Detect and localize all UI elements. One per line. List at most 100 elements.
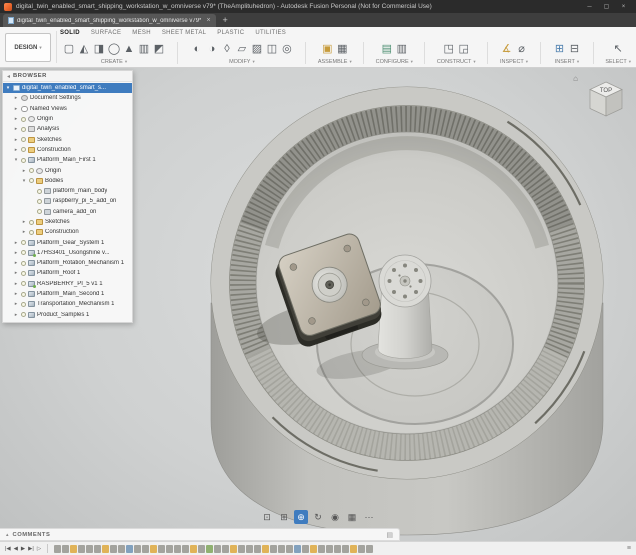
caret-icon[interactable]: ▸: [13, 240, 19, 246]
timeline-feature-icon[interactable]: [134, 545, 141, 553]
ribbon-tab-mesh[interactable]: MESH: [132, 30, 151, 36]
workspace-selector[interactable]: DESIGN ▾: [5, 33, 51, 62]
construction-axis-icon[interactable]: ◲: [457, 42, 471, 58]
browser-item[interactable]: ▸Sketches: [3, 134, 132, 144]
browser-item[interactable]: ▾Platform_Main_First 1: [3, 155, 132, 165]
configure-table-icon[interactable]: ▤: [380, 42, 394, 58]
ribbon-group-label[interactable]: INSPECT▾: [500, 59, 528, 66]
insert-canvas-icon[interactable]: ⊟: [567, 42, 581, 58]
play-icon[interactable]: ▷: [37, 546, 41, 552]
timeline-feature-icon[interactable]: [126, 545, 133, 553]
timeline-feature-icon[interactable]: [78, 545, 85, 553]
browser-item[interactable]: ▾digital_twin_enabled_smart_s...: [3, 83, 132, 93]
caret-icon[interactable]: ▸: [13, 147, 19, 153]
visibility-bulb-icon[interactable]: [29, 220, 34, 225]
visibility-bulb-icon[interactable]: [21, 271, 26, 276]
visibility-bulb-icon[interactable]: [29, 230, 34, 235]
timeline-feature-icon[interactable]: [326, 545, 333, 553]
timeline-feature-icon[interactable]: [310, 545, 317, 553]
timeline-feature-icon[interactable]: [222, 545, 229, 553]
visibility-bulb-icon[interactable]: [21, 117, 26, 122]
ribbon-group-label[interactable]: INSERT▾: [555, 59, 579, 66]
timeline-feature-icon[interactable]: [150, 545, 157, 553]
timeline-feature-icon[interactable]: [278, 545, 285, 553]
orbit-icon[interactable]: ↻: [311, 510, 325, 524]
browser-item[interactable]: ▸Platform_Main_Second 1: [3, 289, 132, 299]
create-sketch-icon[interactable]: ◭: [77, 42, 91, 58]
view-cube[interactable]: TOP: [582, 76, 630, 124]
visibility-bulb-icon[interactable]: [29, 168, 34, 173]
caret-icon[interactable]: ▾: [5, 85, 11, 91]
timeline-feature-icon[interactable]: [174, 545, 181, 553]
fit-view-icon[interactable]: ⊡: [260, 510, 274, 524]
visibility-bulb-icon[interactable]: [37, 189, 42, 194]
maximize-button[interactable]: ▢: [598, 0, 615, 13]
visibility-bulb-icon[interactable]: [21, 312, 26, 317]
look-at-icon[interactable]: ◉: [328, 510, 342, 524]
timeline-feature-icon[interactable]: [158, 545, 165, 553]
ribbon-tab-plastic[interactable]: PLASTIC: [217, 30, 244, 36]
caret-icon[interactable]: ▸: [13, 260, 19, 266]
ribbon-group-label[interactable]: MODIFY▾: [229, 59, 255, 66]
timeline-feature-icon[interactable]: [102, 545, 109, 553]
timeline-feature-icon[interactable]: [62, 545, 69, 553]
timeline-feature-icon[interactable]: [302, 545, 309, 553]
loft-icon[interactable]: ▲: [122, 42, 136, 58]
timeline-feature-icon[interactable]: [358, 545, 365, 553]
timeline-feature-icon[interactable]: [350, 545, 357, 553]
visibility-bulb-icon[interactable]: [37, 199, 42, 204]
timeline-feature-icon[interactable]: [262, 545, 269, 553]
step-forward-icon[interactable]: ▶: [21, 546, 25, 552]
visibility-bulb-icon[interactable]: [29, 178, 34, 183]
visibility-bulb-icon[interactable]: [21, 127, 26, 132]
timeline-feature-icon[interactable]: [342, 545, 349, 553]
select-arrow-icon[interactable]: ↖: [611, 42, 625, 58]
browser-item[interactable]: camera_add_on: [3, 207, 132, 217]
viewcube-top-label[interactable]: TOP: [600, 88, 612, 94]
caret-icon[interactable]: ▸: [21, 168, 27, 174]
comments-panel-icon[interactable]: ▤: [386, 531, 393, 539]
visibility-bulb-icon[interactable]: [21, 281, 26, 286]
grid-settings-icon[interactable]: ⋯: [362, 510, 376, 524]
browser-item[interactable]: ▸Analysis: [3, 124, 132, 134]
offset-face-icon[interactable]: ◎: [280, 42, 294, 58]
ribbon-group-label[interactable]: CREATE▾: [101, 59, 127, 66]
visibility-bulb-icon[interactable]: [21, 292, 26, 297]
close-button[interactable]: ×: [615, 0, 632, 13]
comments-bar[interactable]: ▴ COMMENTS ▤: [0, 528, 400, 541]
collapse-panel-icon[interactable]: ◂: [7, 73, 10, 80]
visibility-bulb-icon[interactable]: [21, 240, 26, 245]
display-settings-icon[interactable]: ▦: [345, 510, 359, 524]
caret-icon[interactable]: ▸: [13, 106, 19, 112]
extrude-icon[interactable]: ◨: [92, 42, 106, 58]
measure-icon[interactable]: ∡: [500, 42, 514, 58]
ribbon-tab-solid[interactable]: SOLID: [60, 30, 80, 36]
timeline-feature-icon[interactable]: [318, 545, 325, 553]
caret-icon[interactable]: ▾: [21, 178, 27, 184]
minimize-button[interactable]: ─: [581, 0, 598, 13]
zoom-icon[interactable]: ⊕: [294, 510, 308, 524]
caret-icon[interactable]: ▸: [13, 137, 19, 143]
revolve-icon[interactable]: ◯: [107, 42, 121, 58]
ribbon-group-label[interactable]: SELECT▾: [605, 59, 631, 66]
rigid-group-icon[interactable]: ▦: [335, 42, 349, 58]
timeline-feature-icon[interactable]: [214, 545, 221, 553]
ribbon-tab-surface[interactable]: SURFACE: [91, 30, 121, 36]
timeline-feature-icon[interactable]: [118, 545, 125, 553]
browser-item[interactable]: platform_main_body: [3, 186, 132, 196]
caret-icon[interactable]: ▸: [13, 291, 19, 297]
browser-item[interactable]: ▸Construction: [3, 227, 132, 237]
visibility-bulb-icon[interactable]: [21, 137, 26, 142]
close-tab-icon[interactable]: ×: [204, 17, 210, 24]
construction-plane-icon[interactable]: ◳: [442, 42, 456, 58]
browser-item[interactable]: ▸Origin: [3, 114, 132, 124]
browser-item[interactable]: ▸Named Views: [3, 104, 132, 114]
timeline-options-icon[interactable]: ≡: [627, 545, 631, 552]
timeline-feature-icon[interactable]: [294, 545, 301, 553]
joint-icon[interactable]: ▣: [320, 42, 334, 58]
browser-item[interactable]: ▸Document Settings: [3, 93, 132, 103]
timeline-feature-icon[interactable]: [270, 545, 277, 553]
browser-item[interactable]: ▸RASPBERRY_PI_5 v1 1: [3, 279, 132, 289]
draft-icon[interactable]: ▨: [250, 42, 264, 58]
browser-item[interactable]: ▸Sketches: [3, 217, 132, 227]
